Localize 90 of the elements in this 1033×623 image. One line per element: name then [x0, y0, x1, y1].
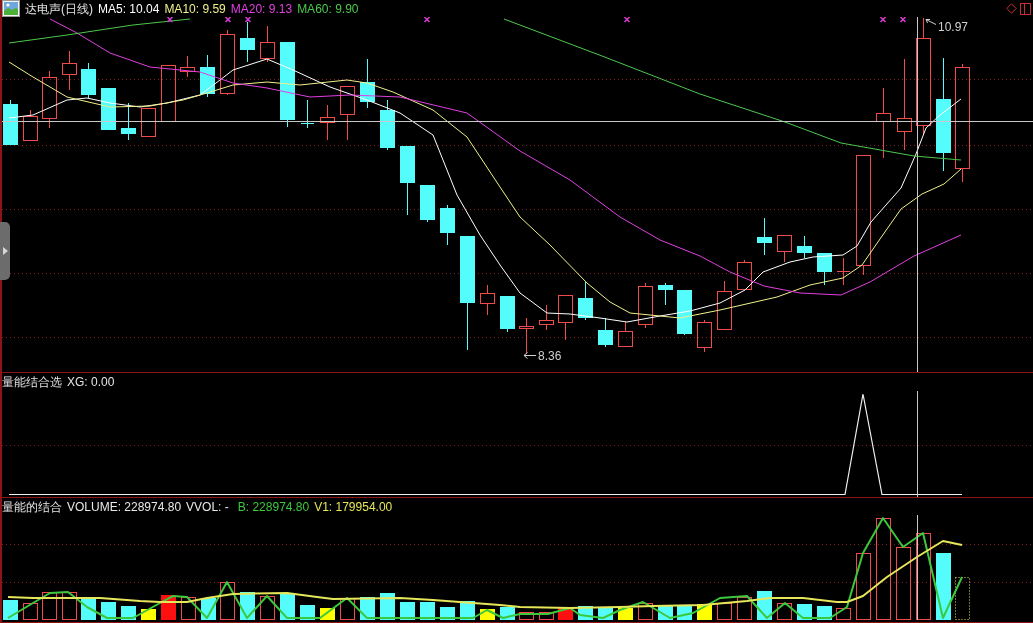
volume-bar [62, 592, 77, 620]
candlestick [440, 204, 455, 246]
candlestick [737, 259, 752, 290]
cross-mark-icon [899, 17, 907, 23]
candlestick [81, 62, 96, 99]
cross-mark-icon [623, 17, 631, 23]
candlestick [598, 317, 613, 348]
candlestick [757, 217, 772, 256]
volume-bar [260, 596, 275, 620]
volume-readout: V1: 179954.00 [314, 500, 393, 513]
volume-bar [856, 553, 871, 620]
candlestick [876, 87, 891, 159]
candlestick [836, 257, 851, 286]
candlestick [300, 99, 315, 129]
high-price-label: 10.97 [938, 20, 969, 34]
indicator-title: 量能结合选 [2, 376, 62, 388]
volume-bar [141, 609, 156, 620]
candlestick [380, 99, 395, 151]
arrow-icon [925, 19, 937, 25]
candlestick [23, 109, 38, 141]
candlestick [42, 70, 57, 129]
candlestick [638, 282, 653, 329]
low-price-label: 8.36 [538, 349, 562, 363]
candlestick [539, 304, 554, 331]
arrow-icon [523, 352, 537, 359]
volume-bar [955, 577, 970, 620]
moving-average-label: MA10: 9.59 [164, 2, 226, 15]
volume-readout: VOLUME: 228974.80 [67, 500, 182, 513]
candlestick [817, 252, 832, 286]
candlestick [618, 321, 633, 347]
volume-bar [936, 553, 951, 620]
candlestick [480, 284, 495, 316]
candlestick [500, 295, 515, 333]
candlestick [400, 145, 415, 216]
candlestick [200, 54, 215, 98]
split-square-icon[interactable] [1020, 2, 1031, 15]
candlestick [161, 65, 176, 122]
candlestick [62, 50, 77, 91]
candlestick [558, 295, 573, 341]
cross-mark-icon [879, 17, 887, 23]
candlestick [240, 21, 255, 63]
volume-bar [638, 603, 653, 620]
candlestick [797, 235, 812, 259]
volume-bar [836, 608, 851, 620]
volume-bar [220, 582, 235, 620]
cross-mark-icon [224, 17, 232, 23]
volume-bar [519, 612, 534, 620]
candlestick [3, 99, 18, 146]
moving-average-label: MA5: 10.04 [98, 2, 160, 15]
candlestick [320, 104, 335, 141]
diamond-icon[interactable] [1006, 3, 1017, 14]
candlestick [220, 29, 235, 96]
volume-bar [42, 592, 57, 620]
candlestick [420, 184, 435, 223]
candlestick [677, 289, 692, 336]
candlestick [578, 281, 593, 321]
volume-bar [340, 598, 355, 620]
stock-title: 达电声(日线) [25, 2, 93, 15]
volume-bar [539, 612, 554, 620]
volume-readout: B: 228974.80 [237, 500, 310, 513]
volume-bar [480, 609, 495, 620]
candlestick [101, 87, 116, 131]
candlestick [340, 86, 355, 141]
candlestick [260, 25, 275, 63]
volume-title: 量能的结合 [2, 500, 62, 513]
volume-bar [23, 603, 38, 620]
image-icon [2, 0, 20, 17]
candlestick [777, 235, 792, 263]
volume-bar [737, 597, 752, 620]
volume-bar [3, 600, 18, 620]
volume-bar [717, 603, 732, 620]
volume-readout: VVOL: - [186, 500, 229, 513]
moving-average-label: MA60: 9.90 [297, 2, 359, 15]
caret-icon [2, 247, 8, 255]
side-panel-handle[interactable] [0, 222, 10, 280]
candlestick [717, 280, 732, 330]
candlestick [180, 55, 195, 78]
moving-average-label: MA20: 9.13 [230, 2, 293, 15]
indicator-readout: XG: 0.00 [67, 376, 115, 388]
candlestick [519, 317, 534, 354]
cross-mark-icon [166, 17, 174, 23]
volume-bar [777, 603, 792, 620]
candlestick [121, 102, 136, 141]
candlestick [658, 282, 673, 306]
candlestick [360, 58, 375, 109]
candlestick [141, 108, 156, 137]
cross-mark-icon [423, 17, 431, 23]
cross-mark-icon [244, 17, 252, 23]
candlestick [697, 319, 712, 353]
volume-bar [181, 597, 196, 620]
